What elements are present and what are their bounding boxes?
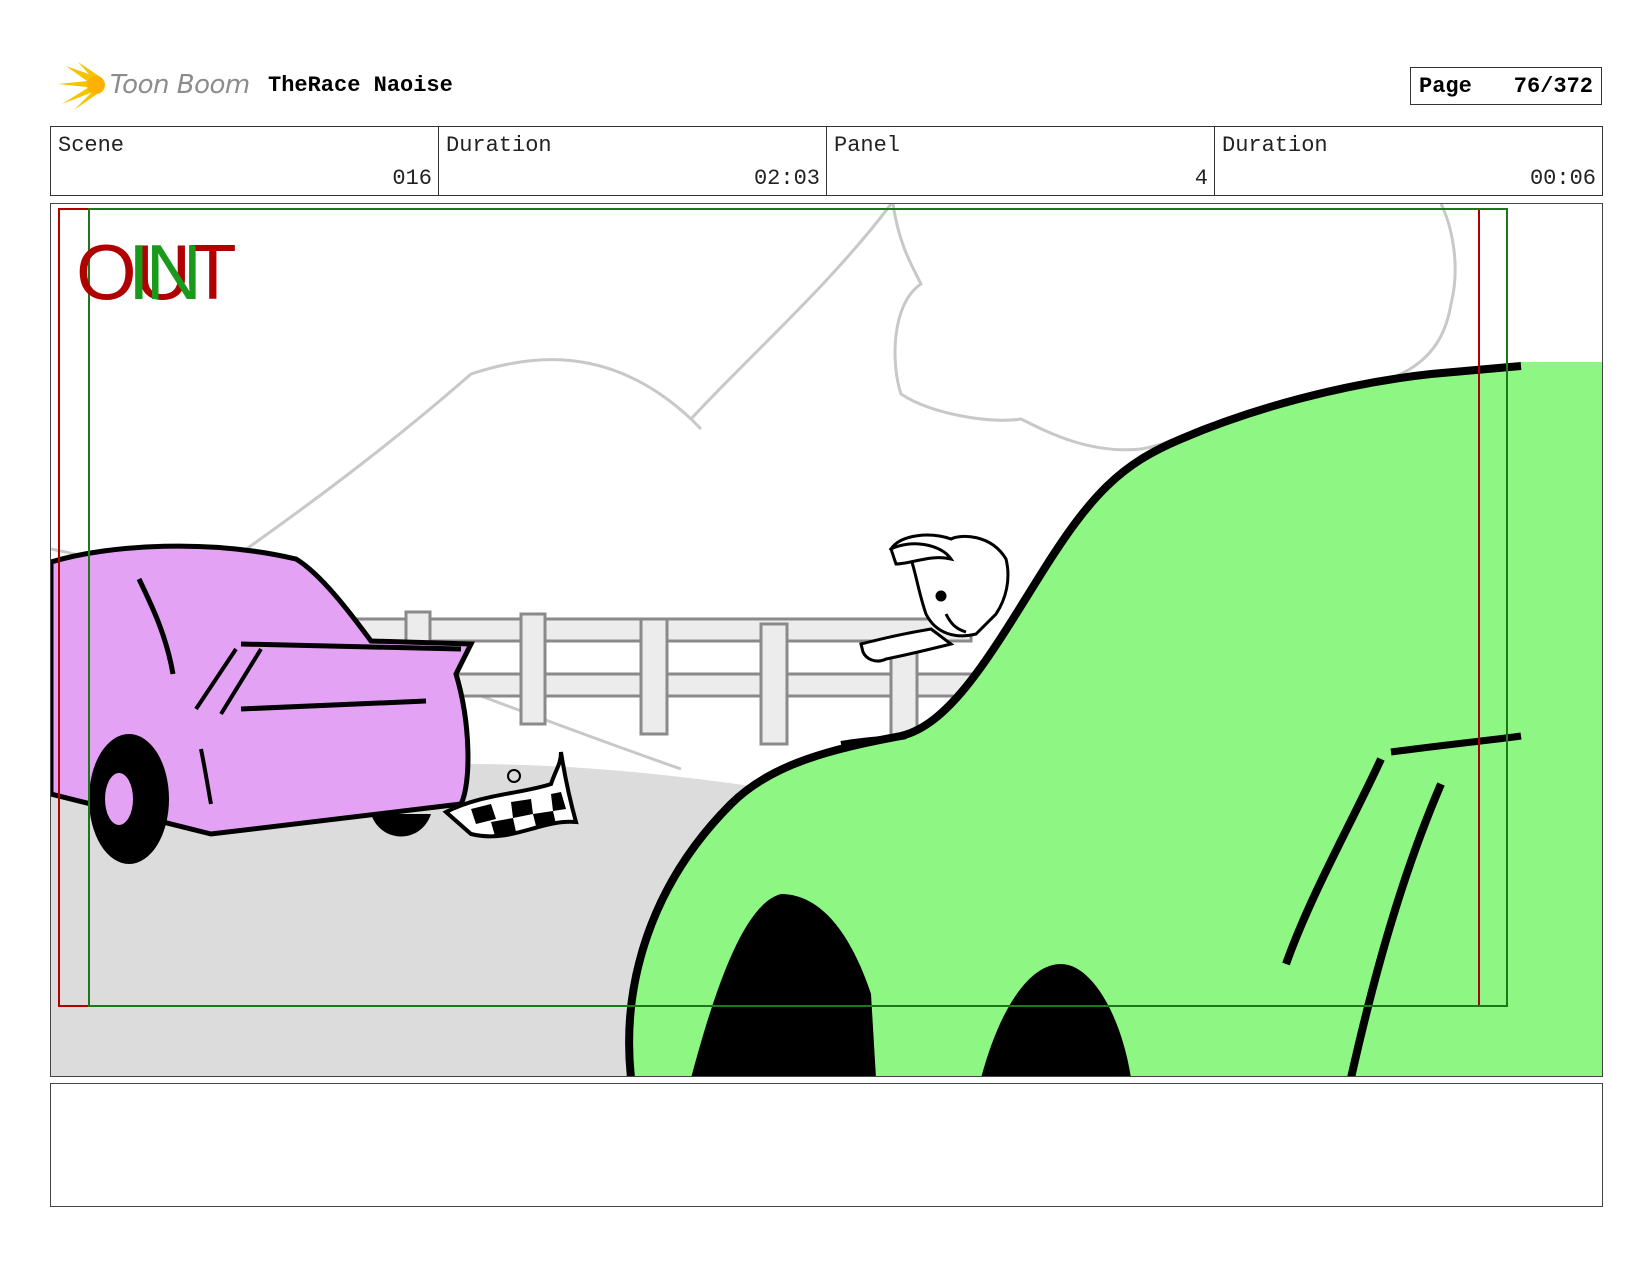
panel-artwork	[51, 204, 1602, 1076]
page-value: 76/372	[1513, 73, 1593, 99]
pink-car	[51, 543, 475, 864]
panel-value: 4	[1194, 166, 1208, 191]
project-title: TheRace Naoise	[268, 73, 453, 98]
scene-duration-value: 02:03	[753, 166, 820, 191]
page-indicator: Page 76/372	[1410, 67, 1602, 105]
panel-duration-value: 00:06	[1529, 166, 1596, 191]
scene-label: Scene	[58, 133, 125, 158]
storyboard-panel	[50, 203, 1603, 1077]
panel-duration-label: Duration	[1222, 133, 1328, 158]
driver-character	[859, 533, 1010, 663]
scene-value: 016	[392, 166, 432, 191]
scene-duration-label: Duration	[446, 133, 552, 158]
notes-box[interactable]	[50, 1083, 1603, 1207]
scene-info-row: Scene 016 Duration 02:03 Panel 4 Duratio…	[50, 126, 1603, 196]
in-label: IN	[128, 228, 202, 316]
panel-cell: Panel 4	[827, 127, 1215, 195]
panel-label: Panel	[834, 133, 901, 158]
page-label: Page	[1419, 73, 1472, 99]
scene-duration-cell: Duration 02:03	[439, 127, 827, 195]
logo-text: Toon Boom	[110, 70, 250, 100]
scene-cell: Scene 016	[51, 127, 439, 195]
panel-duration-cell: Duration 00:06	[1215, 127, 1602, 195]
